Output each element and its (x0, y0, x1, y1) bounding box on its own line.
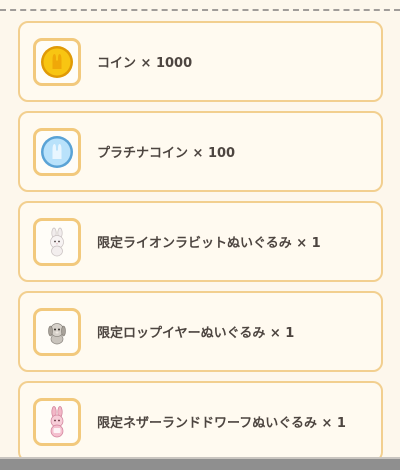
reward-list-viewport[interactable]: コイン × 1000 プラチナコイン × 100 限定ライオンラビットぬいぐるみ… (0, 0, 400, 457)
reward-list: コイン × 1000 プラチナコイン × 100 限定ライオンラビットぬいぐるみ… (18, 21, 383, 457)
reward-icon-box (33, 307, 81, 356)
reward-icon-box (33, 127, 81, 176)
reward-card-platinum-coin: プラチナコイン × 100 (18, 111, 383, 192)
bottom-bar (0, 457, 400, 470)
reward-icon-box (33, 397, 81, 446)
reward-name: 限定ロップイヤーぬいぐるみ × 1 (97, 326, 295, 341)
reward-card-coin: コイン × 1000 (18, 21, 383, 102)
netherland-dwarf-plush-icon (50, 405, 64, 437)
platinum-coin-icon (41, 135, 73, 168)
reward-name: プラチナコイン × 100 (97, 146, 236, 161)
reward-icon-box (33, 217, 81, 266)
dashed-divider (0, 9, 400, 11)
reward-name: 限定ライオンラビットぬいぐるみ × 1 (97, 236, 321, 251)
reward-card-lop-ear-plush: 限定ロップイヤーぬいぐるみ × 1 (18, 291, 383, 372)
lionhead-rabbit-plush-icon (50, 227, 64, 256)
reward-card-lionhead-plush: 限定ライオンラビットぬいぐるみ × 1 (18, 201, 383, 282)
reward-card-netherland-dwarf-plush: 限定ネザーランドドワーフぬいぐるみ × 1 (18, 381, 383, 457)
reward-name: コイン × 1000 (97, 56, 193, 71)
reward-icon-box (33, 37, 81, 86)
reward-name: 限定ネザーランドドワーフぬいぐるみ × 1 (97, 416, 346, 431)
lop-ear-rabbit-plush-icon (48, 322, 66, 344)
gold-coin-icon (41, 45, 73, 78)
